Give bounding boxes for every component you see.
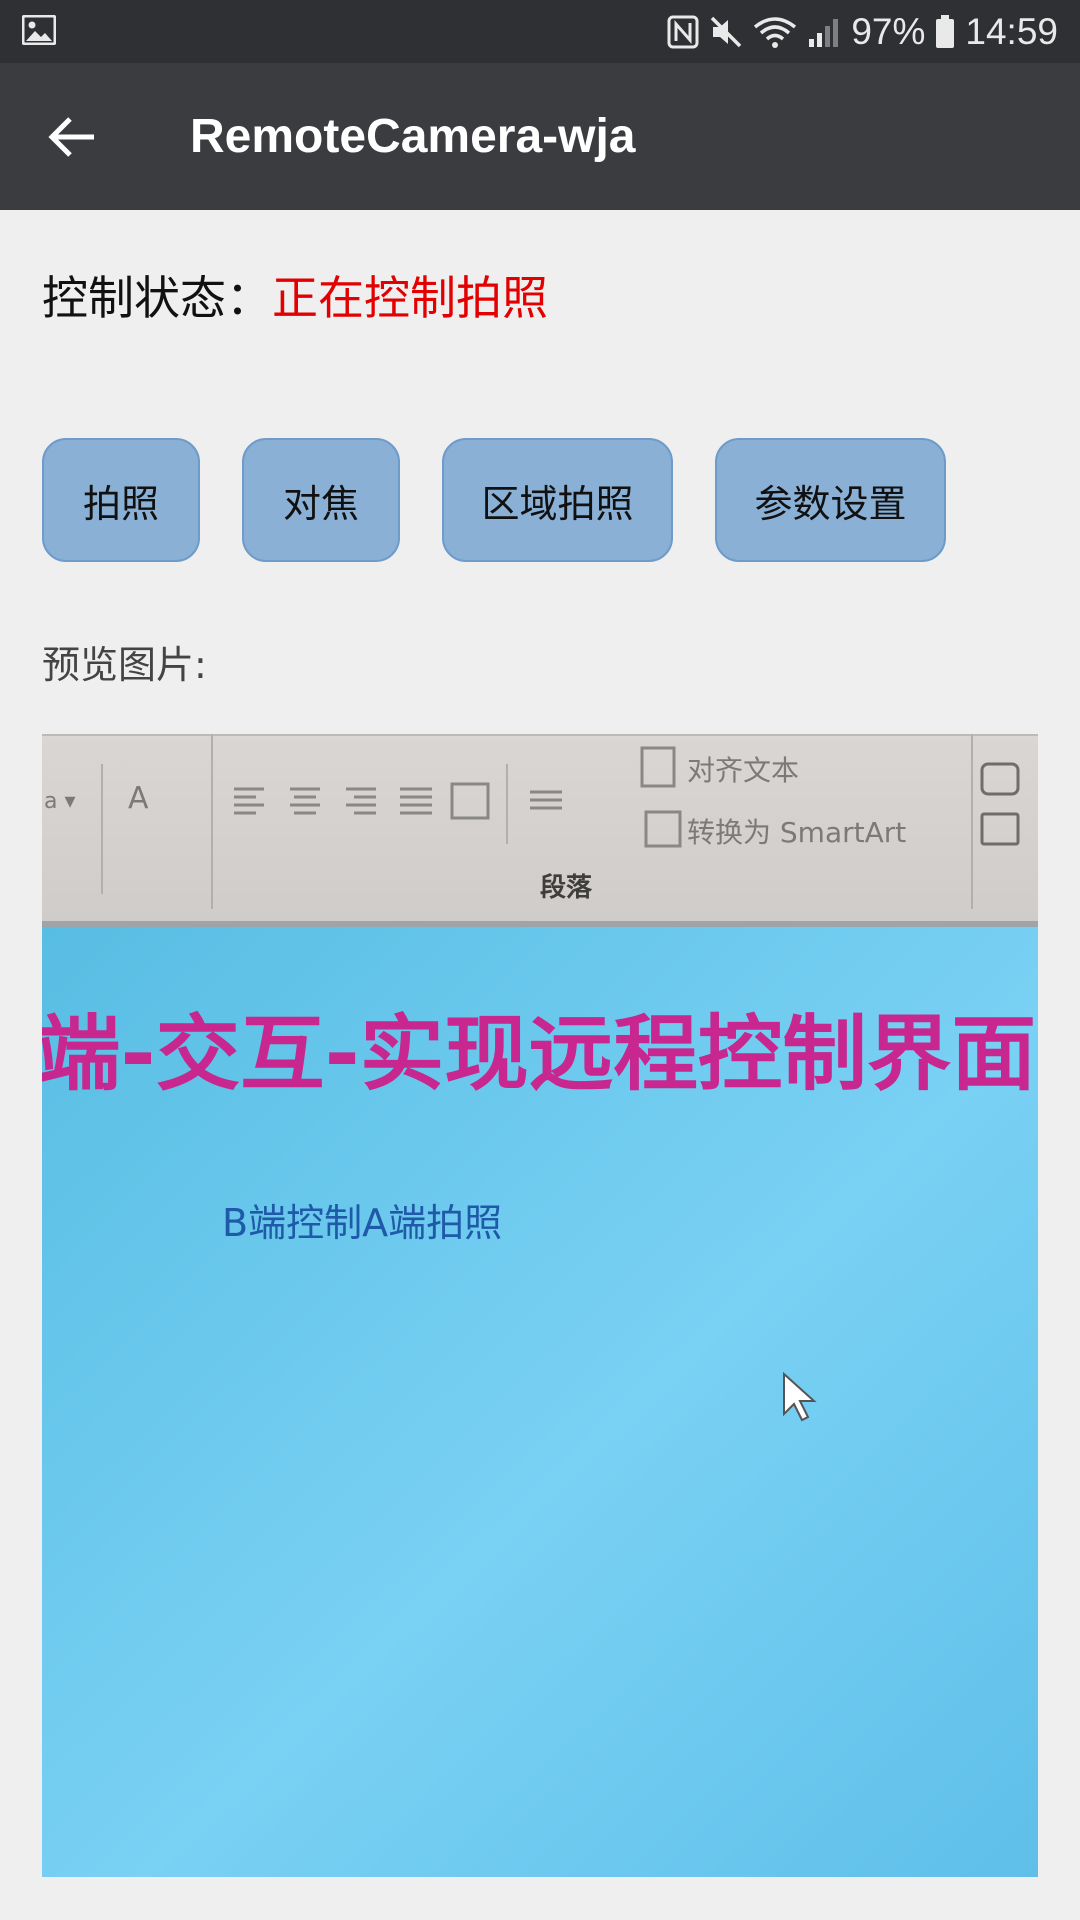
preview-image: A a ▾ 对齐文本 转换为 SmartArt 段落 端-交互-实现远程控制界面… [42, 734, 1038, 1877]
ribbon-font-a: A [128, 781, 149, 816]
arrow-left-icon[interactable] [44, 109, 100, 165]
shoot-button[interactable]: 拍照 [42, 438, 200, 562]
ribbon-font-a-arrow: a ▾ [44, 789, 76, 814]
focus-button[interactable]: 对焦 [242, 438, 400, 562]
ribbon-paragraph: 段落 [540, 872, 593, 903]
preview-photo: A a ▾ 对齐文本 转换为 SmartArt 段落 端-交互-实现远程控制界面… [42, 734, 1038, 1877]
page-title: RemoteCamera-wja [190, 110, 636, 163]
control-status-value: 正在控制拍照 [272, 271, 548, 325]
app-toolbar: RemoteCamera-wja [0, 63, 1080, 210]
clock: 14:59 [965, 10, 1058, 52]
slide-subtitle: B端控制A端拍照 [222, 1201, 502, 1245]
wifi-icon [754, 16, 797, 48]
battery-percent: 97% [851, 10, 926, 52]
area-shoot-button[interactable]: 区域拍照 [442, 438, 673, 562]
slide-title: 端-交互-实现远程控制界面 [42, 1007, 1036, 1102]
mute-icon [711, 16, 742, 47]
status-icons: 97% 14:59 [667, 0, 1058, 63]
signal-icon [809, 18, 839, 47]
preview-label: 预览图片: [42, 643, 207, 687]
control-status-label: 控制状态： [42, 271, 272, 325]
image-icon [22, 15, 56, 45]
status-bar: 97% 14:59 [0, 0, 1080, 63]
ribbon-align-text: 对齐文本 [687, 754, 799, 787]
battery-icon [936, 14, 955, 48]
nfc-icon [667, 15, 699, 48]
settings-button[interactable]: 参数设置 [715, 438, 946, 562]
ribbon-smartart: 转换为 SmartArt [687, 816, 906, 849]
control-status: 控制状态：正在控制拍照 [42, 268, 548, 328]
